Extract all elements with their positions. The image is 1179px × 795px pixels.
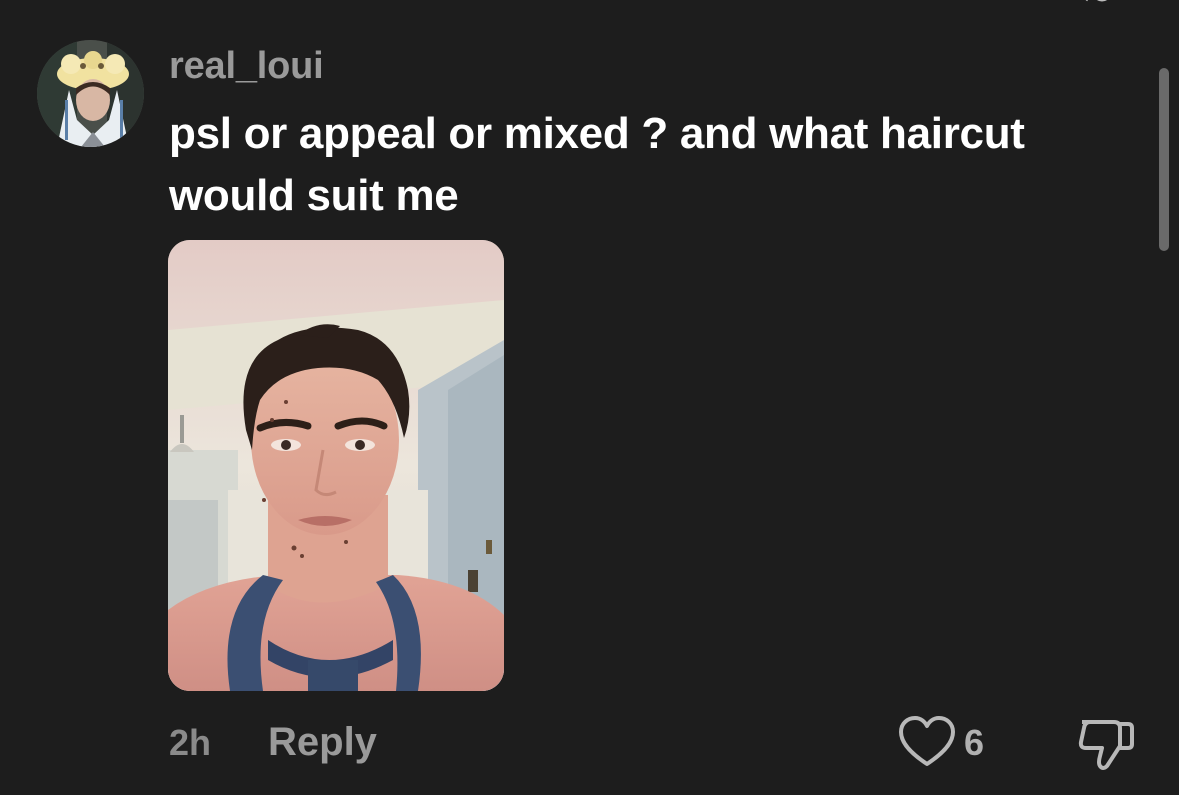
comment-text-line-2: would suit me bbox=[169, 171, 459, 220]
comment-text: psl or appeal or mixed ? and what haircu… bbox=[169, 103, 1129, 227]
thumbs-down-icon[interactable] bbox=[1076, 714, 1136, 772]
reply-button[interactable]: Reply bbox=[268, 720, 377, 764]
top-cutoff-icons bbox=[1085, 0, 1108, 2]
like-count: 6 bbox=[964, 722, 985, 763]
timestamp: 2h bbox=[169, 722, 212, 763]
comment-text-line-1: psl or appeal or mixed ? and what haircu… bbox=[169, 109, 1025, 158]
scrollbar[interactable] bbox=[1159, 68, 1169, 251]
attached-photo[interactable] bbox=[168, 240, 504, 691]
avatar[interactable] bbox=[37, 40, 144, 147]
heart-outline-icon[interactable] bbox=[898, 714, 958, 772]
username[interactable]: real_loui bbox=[169, 44, 324, 88]
comment-screen: real_loui psl or appeal or mixed ? and w… bbox=[0, 0, 1179, 795]
